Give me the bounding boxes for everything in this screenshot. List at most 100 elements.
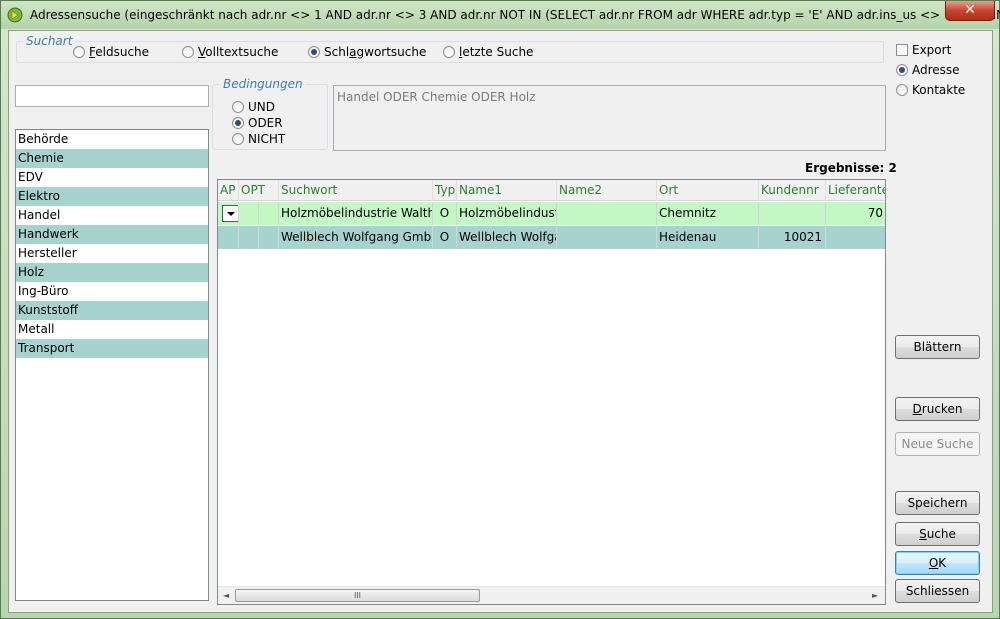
keyword-item[interactable]: Handel xyxy=(16,206,208,225)
row-name1-cell[interactable]: Holzmöbelindustrie xyxy=(457,202,557,225)
radio-fulltextsearch-label: Volltextsuche xyxy=(198,45,279,59)
column-header-kundennr[interactable]: Kundennr xyxy=(759,180,826,201)
row-name1-cell[interactable]: Wellblech Wolfgang xyxy=(457,226,557,249)
row-name2-cell[interactable] xyxy=(557,226,657,249)
horizontal-scrollbar[interactable]: ◄ III ► xyxy=(218,586,885,604)
radio-export-contacts-label: Kontakte xyxy=(912,83,966,97)
column-header-name2[interactable]: Name2 xyxy=(557,180,657,201)
conditions-title: Bedingungen xyxy=(220,77,306,91)
row-ort-cell[interactable]: Heidenau xyxy=(657,226,759,249)
radio-keywordsearch-dot[interactable] xyxy=(308,46,320,58)
column-header-ap[interactable]: AP xyxy=(218,180,239,201)
row-ort-cell[interactable]: Chemnitz xyxy=(657,202,759,225)
keyword-item[interactable]: EDV xyxy=(16,168,208,187)
row-dropdown-button[interactable] xyxy=(222,205,238,222)
condition-expression-text: Handel ODER Chemie ODER Holz xyxy=(337,90,536,104)
scrollbar-thumb[interactable]: III xyxy=(235,589,480,602)
radio-condition-or-label: ODER xyxy=(248,116,283,130)
radio-fieldsearch[interactable]: Feldsuche xyxy=(73,45,149,59)
column-header-opt[interactable]: OPT xyxy=(239,180,279,201)
table-row[interactable]: Holzmöbelindustrie Walther O Holzmöbelin… xyxy=(218,202,885,225)
radio-condition-not-dot[interactable] xyxy=(232,133,244,145)
result-count: Ergebnisse: 2 xyxy=(805,161,897,175)
window-title: Adressensuche (eingeschränkt nach adr.nr… xyxy=(30,8,1000,22)
radio-lastsearch[interactable]: letzte Suche xyxy=(443,45,533,59)
radio-keywordsearch[interactable]: Schlagwortsuche xyxy=(308,45,426,59)
column-header-suchwort[interactable]: Suchwort xyxy=(279,180,433,201)
export-checkbox-label: Export xyxy=(912,43,952,57)
radio-fieldsearch-label: Feldsuche xyxy=(89,45,150,59)
title-bar[interactable]: Adressensuche (eingeschränkt nach adr.nr… xyxy=(1,1,1000,29)
row-spacer-cell xyxy=(259,226,279,249)
row-ap-cell[interactable] xyxy=(218,226,239,249)
radio-export-contacts-dot[interactable] xyxy=(896,84,908,96)
radio-lastsearch-label: letzte Suche xyxy=(459,45,534,59)
radio-export-address-dot[interactable] xyxy=(896,64,908,76)
print-button[interactable]: Drucken xyxy=(895,397,980,421)
radio-condition-or[interactable]: ODER xyxy=(232,116,283,130)
column-header-name1[interactable]: Name1 xyxy=(457,180,557,201)
row-name2-cell[interactable] xyxy=(557,202,657,225)
scroll-grip-icon: III xyxy=(353,591,362,600)
close-button[interactable]: Schliessen xyxy=(895,579,980,603)
row-opt-cell[interactable] xyxy=(239,202,259,225)
row-suchwort-cell[interactable]: Holzmöbelindustrie Walther xyxy=(279,202,433,225)
radio-export-address[interactable]: Adresse xyxy=(896,63,960,77)
table-row[interactable]: Wellblech Wolfgang GmbH O Wellblech Wolf… xyxy=(218,226,885,249)
keyword-item[interactable]: Holz xyxy=(16,263,208,282)
ok-button[interactable]: OK xyxy=(895,551,980,575)
results-grid-header: AP OPT Suchwort Typ Name1 Name2 Ort Kund… xyxy=(218,180,885,201)
scroll-left-icon[interactable]: ◄ xyxy=(223,591,229,600)
radio-lastsearch-dot[interactable] xyxy=(443,46,455,58)
scroll-right-icon[interactable]: ► xyxy=(872,591,878,600)
row-lieferantennr-cell[interactable] xyxy=(826,226,885,249)
radio-condition-and-dot[interactable] xyxy=(232,101,244,113)
application-window: Adressensuche (eingeschränkt nach adr.nr… xyxy=(0,0,1000,619)
app-icon xyxy=(7,7,23,23)
keyword-item[interactable]: Chemie xyxy=(16,149,208,168)
keyword-item[interactable]: Kunststoff xyxy=(16,301,208,320)
keyword-item[interactable]: Ing-Büro xyxy=(16,282,208,301)
search-type-title: Suchart xyxy=(23,34,76,48)
keyword-item[interactable]: Hersteller xyxy=(16,244,208,263)
row-opt-cell[interactable] xyxy=(239,226,259,249)
radio-condition-not-label: NICHT xyxy=(248,132,286,146)
radio-fieldsearch-dot[interactable] xyxy=(73,46,85,58)
row-ap-cell[interactable] xyxy=(218,202,239,225)
radio-condition-and[interactable]: UND xyxy=(232,100,275,114)
radio-condition-or-dot[interactable] xyxy=(232,117,244,129)
save-button[interactable]: Speichern xyxy=(895,491,980,515)
keyword-item[interactable]: Transport xyxy=(16,339,208,358)
keyword-item[interactable]: Metall xyxy=(16,320,208,339)
column-header-lieferantennr[interactable]: Lieferantennr xyxy=(826,180,885,201)
keyword-item[interactable]: Handwerk xyxy=(16,225,208,244)
row-suchwort-cell[interactable]: Wellblech Wolfgang GmbH xyxy=(279,226,433,249)
row-spacer-cell xyxy=(259,202,279,225)
browse-button[interactable]: Blättern xyxy=(895,335,980,359)
keyword-search-input[interactable] xyxy=(15,85,209,107)
export-checkbox[interactable]: Export xyxy=(896,43,951,57)
keyword-list[interactable]: Behörde Chemie EDV Elektro Handel Handwe… xyxy=(15,129,209,601)
row-lieferantennr-cell[interactable]: 70 xyxy=(826,202,885,225)
radio-fulltextsearch-dot[interactable] xyxy=(182,46,194,58)
row-typ-cell[interactable]: O xyxy=(433,202,457,225)
column-header-typ[interactable]: Typ xyxy=(433,180,457,201)
export-checkbox-box[interactable] xyxy=(896,44,908,56)
radio-export-address-label: Adresse xyxy=(912,63,960,77)
radio-keywordsearch-label: Schlagwortsuche xyxy=(324,45,427,59)
new-search-button[interactable]: Neue Suche xyxy=(895,432,980,456)
radio-fulltextsearch[interactable]: Volltextsuche xyxy=(182,45,278,59)
radio-export-contacts[interactable]: Kontakte xyxy=(896,83,965,97)
keyword-item[interactable]: Elektro xyxy=(16,187,208,206)
keyword-item[interactable]: Behörde xyxy=(16,130,208,149)
column-header-ort[interactable]: Ort xyxy=(657,180,759,201)
row-kundennr-cell[interactable] xyxy=(759,202,826,225)
dialog-body: Suchart Feldsuche Volltextsuche Schlagwo… xyxy=(8,30,993,613)
search-button[interactable]: Suche xyxy=(895,522,980,546)
row-typ-cell[interactable]: O xyxy=(433,226,457,249)
radio-condition-not[interactable]: NICHT xyxy=(232,132,285,146)
close-window-button[interactable]: ✕ xyxy=(945,1,995,21)
results-grid[interactable]: AP OPT Suchwort Typ Name1 Name2 Ort Kund… xyxy=(217,179,886,605)
row-kundennr-cell[interactable]: 10021 xyxy=(759,226,826,249)
condition-expression-field[interactable]: Handel ODER Chemie ODER Holz xyxy=(333,85,886,151)
